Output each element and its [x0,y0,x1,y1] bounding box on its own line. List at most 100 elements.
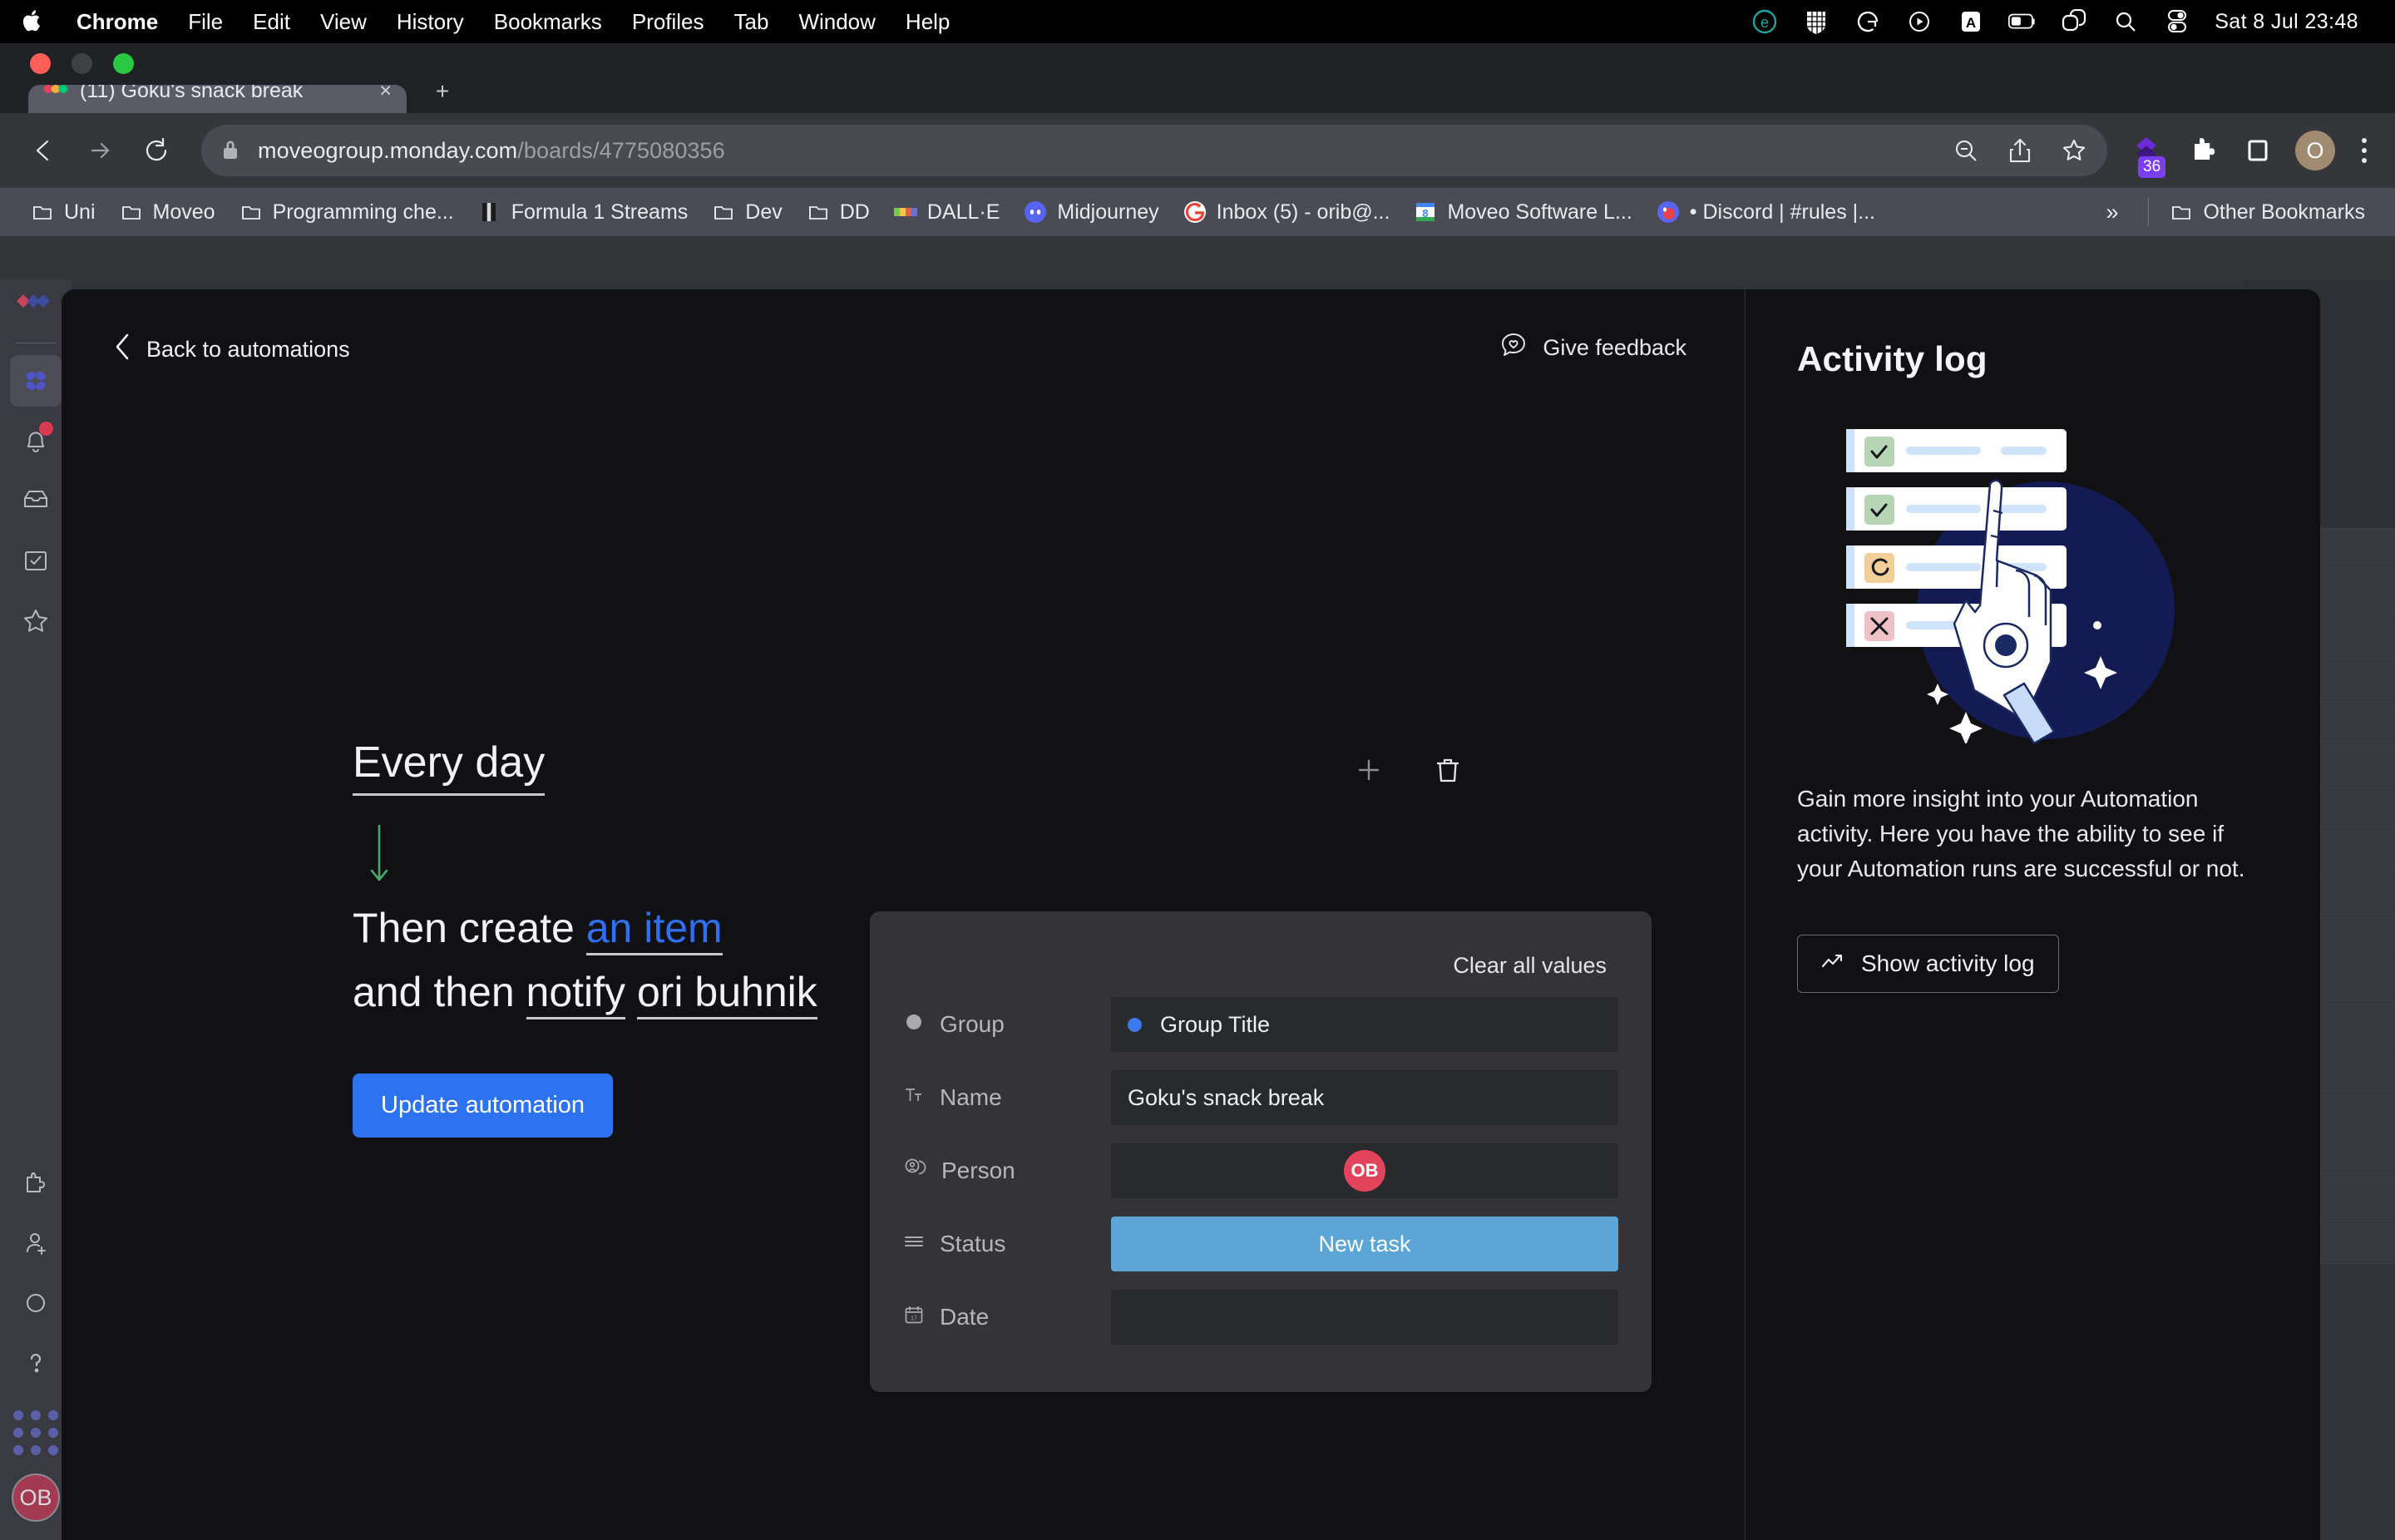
maximize-window-button[interactable] [113,53,134,74]
bookmark-label: Programming che... [273,200,454,225]
menubar-item-file[interactable]: File [173,9,238,35]
sidebar-item-search[interactable] [10,1277,62,1329]
forward-button[interactable] [75,126,125,175]
robot-hand-checklist-illustration [1838,419,2229,743]
menubar-item-chrome[interactable]: Chrome [62,9,173,35]
recipe-trigger-token[interactable]: Every day [353,738,545,796]
trend-line-icon [1821,950,1846,977]
menubar-item-window[interactable]: Window [783,9,890,35]
new-tab-button[interactable]: + [417,85,468,113]
recipe-trigger-row: Every day [353,738,1695,796]
menubar-item-profiles[interactable]: Profiles [617,9,719,35]
menubar-item-history[interactable]: History [382,9,479,35]
bookmark-programming-che[interactable]: Programming che... [227,200,466,225]
zoom-out-icon[interactable] [1953,137,1979,164]
bookmark-other-bookmarks[interactable]: Other Bookmarks [2157,200,2377,225]
sidebar-item-my-work[interactable] [10,535,62,586]
back-button[interactable] [18,126,68,175]
field-value-date[interactable] [1111,1290,1618,1345]
bookmark-midjourney[interactable]: Midjourney [1011,200,1170,225]
kebab-menu-icon[interactable] [2358,136,2370,165]
recipe-item-token[interactable]: an item [586,905,723,955]
browser-tab-active[interactable]: (11) Goku's snack break × [28,85,407,113]
field-value-group[interactable]: Group Title [1111,997,1618,1052]
apple-logo-icon[interactable] [22,8,43,33]
bookmark-dev[interactable]: Dev [699,200,793,225]
field-value-person[interactable]: OB [1111,1143,1618,1198]
close-window-button[interactable] [30,53,51,74]
bookmark-discord-rules[interactable]: • Discord | #rules |... [1644,200,1887,225]
menubar-item-bookmarks[interactable]: Bookmarks [479,9,617,35]
bookmark-star-icon[interactable] [2061,137,2087,164]
update-automation-button[interactable]: Update automation [353,1074,613,1138]
back-to-automations-link[interactable]: Back to automations [113,333,350,367]
control-center-icon[interactable] [2163,7,2191,36]
sidebar-item-invite-members[interactable] [10,1217,62,1269]
show-activity-log-button[interactable]: Show activity log [1797,935,2059,993]
bookmark-label: Other Bookmarks [2203,200,2365,225]
bookmarks-bar: Uni Moveo Programming che... Formula 1 S… [0,188,2395,236]
puzzle-icon[interactable] [2189,135,2220,166]
recipe-notify-token[interactable]: notify [526,969,626,1019]
bookmark-inbox-gmail[interactable]: Inbox (5) - orib@... [1171,200,1402,225]
give-feedback-link[interactable]: Give feedback [1499,331,1686,365]
omnibox[interactable]: moveogroup.monday.com/boards/4775080356 [201,125,2107,176]
sidebar-item-favorites[interactable] [10,595,62,646]
folder-icon [119,200,144,225]
play-circle-icon[interactable] [1905,7,1933,36]
monday-extension-icon[interactable]: 36 [2127,131,2165,170]
activity-log-title: Activity log [1797,339,2269,379]
lock-icon [221,138,243,163]
menubar-clock[interactable]: Sat 8 Jul 23:48 [2215,10,2358,34]
sidebar-item-help[interactable] [10,1337,62,1389]
sidebar-item-apps[interactable] [10,1157,62,1209]
browser-toolbar: moveogroup.monday.com/boards/4775080356 … [0,113,2395,188]
monday-logo[interactable] [13,291,58,324]
sidebar-item-inbox[interactable] [10,475,62,526]
battery-icon[interactable] [2008,7,2037,36]
field-value-text: Group Title [1160,1012,1270,1038]
bookmark-dd[interactable]: DD [794,200,881,225]
search-icon[interactable] [2111,7,2140,36]
grid-icon[interactable] [1802,7,1830,36]
menubar-items: Chrome File Edit View History Bookmarks … [62,9,965,35]
menubar-item-tab[interactable]: Tab [719,9,784,35]
field-value-status[interactable]: New task [1111,1217,1618,1271]
bookmark-moveo-software-l[interactable]: 8 Moveo Software L... [1401,200,1643,225]
close-icon[interactable]: × [379,85,392,103]
svg-text:17: 17 [911,1315,917,1321]
clear-all-values-button[interactable]: Clear all values [903,935,1618,979]
side-panel-icon[interactable] [2244,136,2272,165]
bookmark-formula-1-streams[interactable]: Formula 1 Streams [466,200,700,225]
bookmarks-overflow-chevron[interactable]: » [2084,200,2140,225]
sidebar-item-workspaces[interactable] [10,355,62,407]
menubar-item-view[interactable]: View [305,9,382,35]
discord-icon [1023,200,1048,225]
app-grid-icon[interactable] [13,1410,58,1455]
evernote-icon[interactable]: e [1751,7,1779,36]
avatar[interactable]: OB [12,1473,60,1522]
grammarly-icon[interactable] [1854,7,1882,36]
field-value-name[interactable]: Goku's snack break [1111,1070,1618,1125]
folder-icon [711,200,736,225]
menubar-item-help[interactable]: Help [891,9,965,35]
bookmark-label: Formula 1 Streams [511,200,689,225]
link-rings-icon[interactable] [2060,7,2088,36]
text-a-icon[interactable]: A [1957,7,1985,36]
sidebar-item-notifications[interactable] [10,415,62,466]
field-label-text: Person [941,1157,1015,1184]
share-icon[interactable] [2007,137,2032,164]
field-label-text: Status [940,1231,1005,1257]
activity-log-description: Gain more insight into your Automation a… [1797,782,2269,886]
minimize-window-button[interactable] [72,53,92,74]
bookmark-dalle[interactable]: DALL·E [881,200,1012,225]
profile-avatar[interactable]: O [2295,131,2335,170]
omnibox-url: moveogroup.monday.com/boards/4775080356 [258,138,725,164]
bookmark-moveo[interactable]: Moveo [107,200,227,225]
browser-tab-title: (11) Goku's snack break [80,85,303,103]
recipe-person-token[interactable]: ori buhnik [637,969,817,1019]
bookmark-uni[interactable]: Uni [18,200,107,225]
reload-button[interactable] [131,126,181,175]
menubar-item-edit[interactable]: Edit [238,9,305,35]
field-row-group: Group Group Title [903,997,1618,1052]
